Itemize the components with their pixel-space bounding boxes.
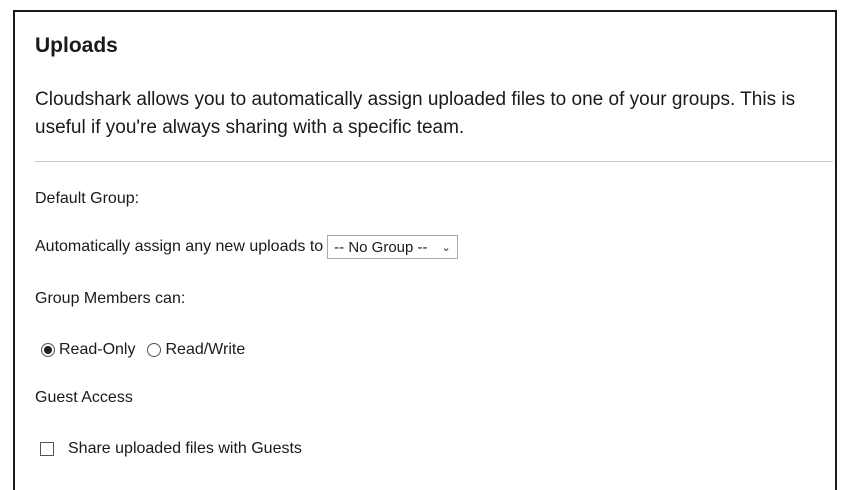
radio-selected-dot xyxy=(44,346,52,354)
radio-read-write-label[interactable]: Read/Write xyxy=(165,341,245,359)
chevron-down-icon: ⌄ xyxy=(441,241,451,254)
group-members-label: Group Members can: xyxy=(35,290,186,307)
assign-text: Automatically assign any new uploads to xyxy=(35,238,324,255)
share-guests-checkbox[interactable] xyxy=(40,442,54,456)
group-select[interactable]: -- No Group -- ⌄ xyxy=(327,235,458,259)
radio-read-only-label[interactable]: Read-Only xyxy=(59,341,135,359)
permissions-radio-group: Read-Only Read/Write xyxy=(41,339,257,361)
assign-row: Automatically assign any new uploads to … xyxy=(35,233,458,261)
section-title: Uploads xyxy=(35,34,118,57)
uploads-panel: Uploads Cloudshark allows you to automat… xyxy=(13,10,837,490)
default-group-label: Default Group: xyxy=(35,190,140,207)
group-select-value: -- No Group -- xyxy=(334,238,428,256)
radio-read-write[interactable] xyxy=(147,343,162,357)
divider xyxy=(35,161,833,162)
guest-share-row: Share uploaded files with Guests xyxy=(40,438,302,460)
radio-read-only[interactable] xyxy=(41,343,55,357)
share-guests-label[interactable]: Share uploaded files with Guests xyxy=(68,440,302,458)
guest-access-label: Guest Access xyxy=(35,389,133,406)
section-description: Cloudshark allows you to automatically a… xyxy=(35,89,796,138)
